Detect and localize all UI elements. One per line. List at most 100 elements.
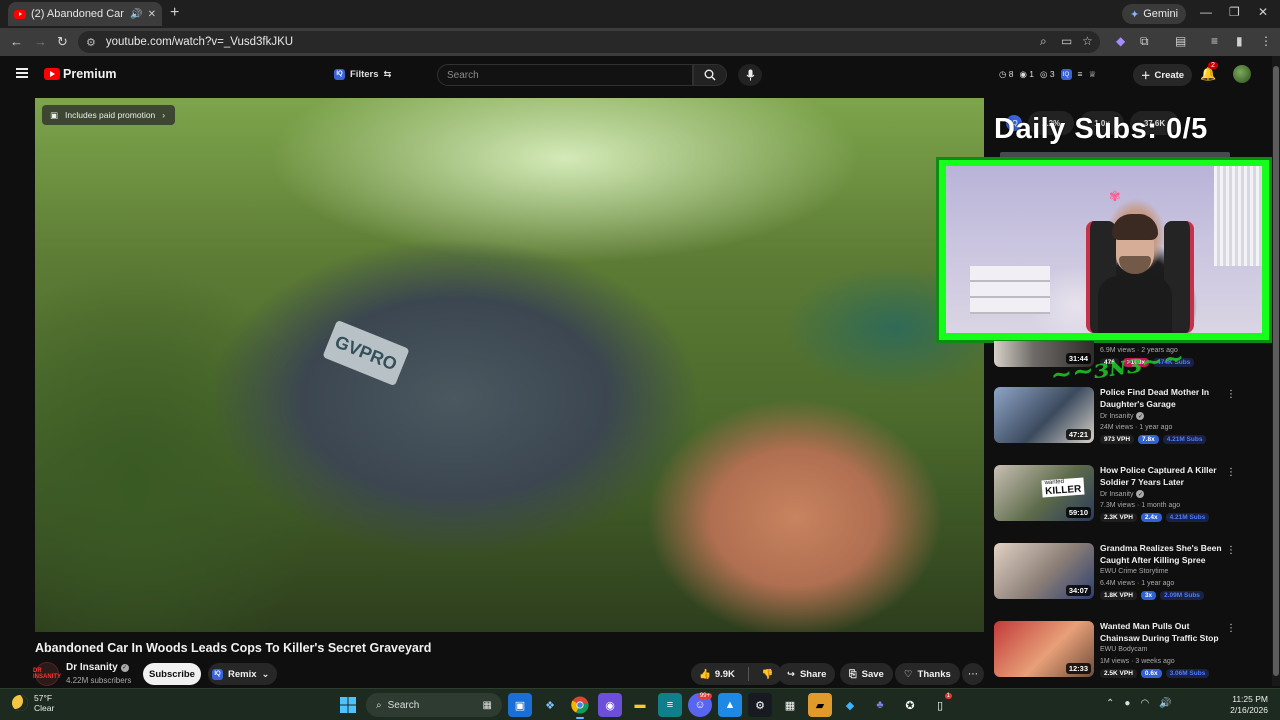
clock[interactable]: 11:25 PM 2/16/2026 [1226,694,1268,716]
video-channel[interactable]: Dr Insanity ✓ [1100,412,1145,420]
menu-dots-icon[interactable]: ⋮ [1260,34,1272,48]
site-info-icon[interactable]: ⚙ [86,36,96,49]
video-card[interactable]: 34:07 Grandma Realizes She's Been Caught … [994,543,1274,603]
video-card[interactable]: 47:21 Police Find Dead Mother In Daughter… [994,387,1274,447]
video-thumbnail[interactable]: 47:21 [994,387,1094,443]
video-title[interactable]: Wanted Man Pulls Out Chainsaw During Tra… [1100,621,1224,644]
video-card[interactable]: wanted KILLER 59:10 How Police Captured A K… [994,465,1274,525]
more-options-icon[interactable]: ⋮ [1226,623,1236,634]
video-channel[interactable]: EWU Crime Storytime [1100,568,1168,575]
more-options-icon[interactable]: ⋮ [1226,545,1236,556]
video-channel[interactable]: Dr Insanity ✓ [1100,490,1145,498]
remix-button[interactable]: IQ Remix ⌄ [208,663,278,685]
thanks-button[interactable]: ♡ Thanks [895,663,960,685]
more-options-icon[interactable]: ⋮ [1226,389,1236,400]
video-title[interactable]: Police Find Dead Mother In Daughter's Ga… [1100,387,1224,410]
hamburger-menu-icon[interactable] [16,68,28,78]
scrollbar-thumb[interactable] [1273,66,1279,676]
reload-icon[interactable]: ↻ [57,34,68,50]
volume-icon[interactable]: 🔊 [1159,698,1171,709]
tray-app-icon[interactable]: ● [1124,698,1130,709]
media-icon[interactable]: ≡ [1211,34,1218,48]
minimize-icon[interactable]: — [1200,5,1212,19]
voice-search-button[interactable] [738,64,762,86]
video-thumbnail[interactable]: wanted KILLER 59:10 [994,465,1094,521]
gemini-button[interactable]: ✦ Gemini [1122,4,1187,24]
webcam-feed: ✾ [946,166,1262,333]
weather-widget[interactable]: 57°F Clear [12,693,54,713]
restore-icon[interactable]: ❐ [1229,5,1240,19]
video-channel[interactable]: EWU Bodycam [1100,646,1147,653]
subscribe-button[interactable]: Subscribe [143,663,201,685]
stat-b: ◉ 1 [1019,69,1035,79]
teams-icon[interactable]: ♣ [868,693,892,717]
url-text[interactable]: youtube.com/watch?v=_Vusd3fkJKU [106,36,293,48]
like-button[interactable]: 👍 9.9K [691,663,743,685]
multiplier-badge: 2.4x [1140,513,1162,522]
todo-icon[interactable]: ▯ 1 [928,693,952,717]
youtube-favicon-icon [14,9,26,19]
youtube-logo[interactable]: Premium [44,67,117,81]
extension-badge-icon[interactable]: IQ [1060,69,1072,80]
game-icon[interactable]: ▰ [808,693,832,717]
obs-icon[interactable]: ◉ [598,693,622,717]
wifi-icon[interactable]: ◠ [1140,698,1149,709]
back-arrow-icon[interactable]: ← [10,34,23,49]
thumbs-down-icon: 👎 [761,668,774,680]
davinci-icon[interactable]: ✪ [898,693,922,717]
forward-arrow-icon[interactable]: → [34,34,47,49]
trophy-icon[interactable]: ♕ [1089,69,1097,80]
profile-icon[interactable]: ▮ [1236,34,1243,48]
cast-icon[interactable]: ▭ [1061,34,1072,48]
notepad-icon[interactable]: ≡ [658,693,682,717]
video-player[interactable]: ▣ Includes paid promotion › GVPRO [35,98,984,632]
video-title[interactable]: How Police Captured A Killer Soldier 7 Y… [1100,465,1224,488]
channel-name[interactable]: Dr Insanity ✓ [66,662,129,673]
store-icon[interactable]: ▦ [778,693,802,717]
search-input[interactable]: Search [437,64,693,86]
bookmark-star-icon[interactable]: ☆ [1082,34,1093,48]
photos-icon[interactable]: ▲ [718,693,742,717]
edge-icon[interactable]: ◆ [838,693,862,717]
new-tab-button[interactable]: + [170,4,179,22]
chrome-icon[interactable] [568,693,592,719]
list-icon[interactable]: ≡ [1078,69,1083,80]
more-dots-icon: ⋯ [968,668,978,680]
search-button[interactable] [693,64,727,86]
video-thumbnail[interactable]: 12:33 [994,621,1094,677]
file-explorer-icon[interactable]: ▬ [628,693,652,717]
close-tab-icon[interactable]: ✕ [148,9,156,20]
paid-promotion-chip[interactable]: ▣ Includes paid promotion › [42,105,176,125]
extensions-puzzle-icon[interactable]: ⧉ [1140,34,1149,49]
create-button[interactable]: ＋ Create [1133,64,1193,86]
chevron-up-icon[interactable]: ⌃ [1106,698,1114,709]
more-actions-button[interactable]: ⋯ [962,663,984,685]
header-stats: ◷ 8 ◉ 1 ◎ 3 IQ ≡ ♕ [999,69,1096,80]
copilot-icon[interactable]: ❖ [538,693,562,717]
browser-tab[interactable]: (2) Abandoned Car In Woods 🔊 ✕ [8,2,162,26]
page-scrollbar[interactable] [1272,56,1280,686]
steam-icon[interactable]: ⚙ [748,693,772,717]
side-panel-icon[interactable]: ▤ [1175,34,1186,48]
channel-avatar[interactable]: DR INSANITY [33,662,61,686]
video-card[interactable]: 12:33 Wanted Man Pulls Out Chainsaw Durin… [994,621,1274,681]
account-avatar[interactable] [1233,65,1251,83]
filters-button[interactable]: IQ Filters ⇆ [328,64,397,84]
windows-start-icon[interactable] [336,693,360,717]
windows-logo-icon [340,697,356,713]
save-button[interactable]: ⎘ Save [840,663,893,685]
taskbar-search[interactable]: ⌕ Search ▦ [366,693,502,717]
discord-icon[interactable]: ☺ 99+ [688,693,712,717]
speaker-icon[interactable]: 🔊 [130,9,142,20]
video-title[interactable]: Grandma Realizes She's Been Caught After… [1100,543,1224,566]
zoom-icon[interactable]: ⌕ [1040,34,1047,49]
close-window-icon[interactable]: ✕ [1258,5,1268,19]
share-button[interactable]: ↪ Share [778,663,836,685]
extension-icon[interactable]: ◆ [1116,34,1125,48]
notifications-bell-icon[interactable]: 🔔 2 [1200,62,1218,82]
channel-name-text[interactable]: Dr Insanity [66,662,118,673]
omnibox[interactable]: ⚙ youtube.com/watch?v=_Vusd3fkJKU [78,31,1100,53]
task-view-icon[interactable]: ▣ [508,693,532,717]
video-thumbnail[interactable]: 34:07 [994,543,1094,599]
more-options-icon[interactable]: ⋮ [1226,467,1236,478]
